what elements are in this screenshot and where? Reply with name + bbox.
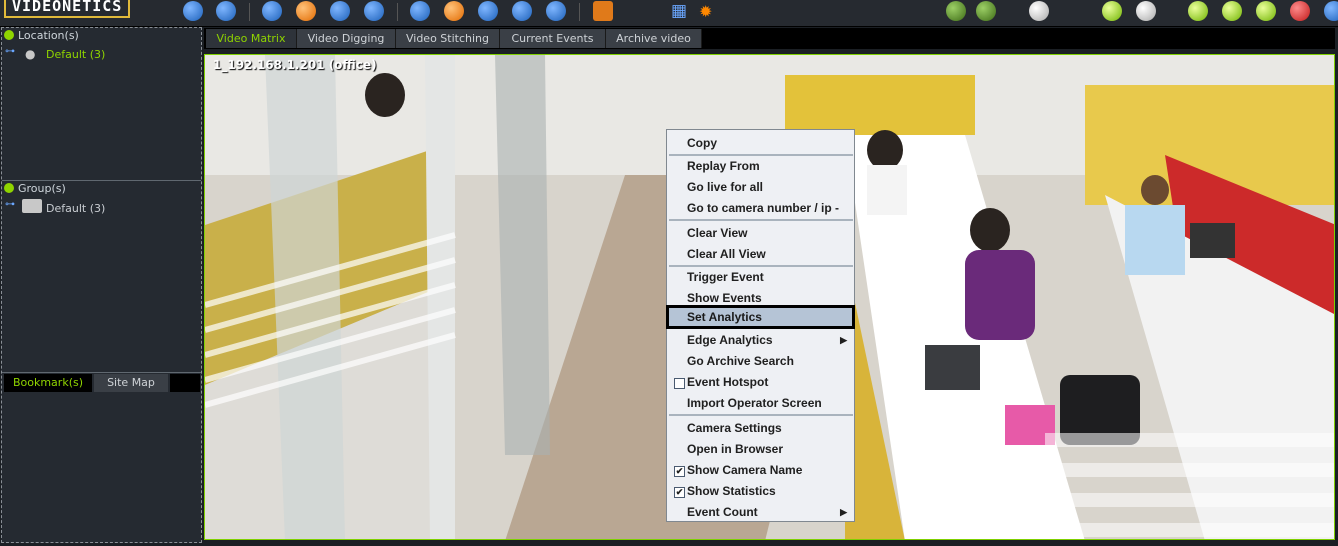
menu-item-camera-settings[interactable]: Camera Settings xyxy=(687,419,853,438)
gear-icon[interactable]: ✹ xyxy=(699,2,712,21)
show-statistics-checkbox[interactable]: ✔ xyxy=(674,487,685,498)
menu-item-show-camera-name[interactable]: Show Camera Name xyxy=(687,461,853,480)
menu-separator xyxy=(669,154,853,156)
camera-search-icon[interactable] xyxy=(262,1,282,21)
tab-strip-filler xyxy=(170,374,200,392)
submenu-arrow-icon: ▶ xyxy=(840,335,847,345)
menu-item-go-to-camera[interactable]: Go to camera number / ip - xyxy=(687,199,853,218)
group-item-default[interactable]: Default (3) xyxy=(46,202,105,215)
mail-icon[interactable] xyxy=(946,1,966,21)
tab-video-digging[interactable]: Video Digging xyxy=(297,29,396,48)
user-settings-icon[interactable] xyxy=(216,1,236,21)
submenu-arrow-icon: ▶ xyxy=(840,507,847,517)
menu-item-edge-analytics[interactable]: Edge Analytics ▶ xyxy=(687,331,853,350)
menu-separator xyxy=(669,414,853,416)
tree-branch-icon: ⊶ xyxy=(5,46,15,57)
menu-item-event-count[interactable]: Event Count ▶ xyxy=(687,503,853,522)
menu-item-event-hotspot[interactable]: Event Hotspot xyxy=(687,373,853,392)
menu-item-show-statistics[interactable]: Show Statistics xyxy=(687,482,853,501)
tab-archive-video[interactable]: Archive video xyxy=(606,29,702,48)
menu-item-go-archive-search[interactable]: Go Archive Search xyxy=(687,352,853,371)
power-icon[interactable] xyxy=(1290,1,1310,21)
menu-item-clear-view[interactable]: Clear View xyxy=(687,224,853,243)
top-toolbar: VIDEONETICS ▦ ✹ xyxy=(0,0,1338,27)
group-dot-icon xyxy=(4,183,14,193)
layers-icon[interactable] xyxy=(330,1,350,21)
menu-separator xyxy=(669,219,853,221)
status-green-icon xyxy=(1256,1,1276,21)
people-icon[interactable] xyxy=(183,1,203,21)
menu-item-set-analytics-highlight[interactable]: Set Analytics xyxy=(666,305,855,329)
menu-item-go-live-for-all[interactable]: Go live for all xyxy=(687,178,853,197)
tab-site-map[interactable]: Site Map xyxy=(94,374,168,392)
user-status-icon[interactable] xyxy=(976,1,996,21)
menu-item-clear-all-view[interactable]: Clear All View xyxy=(687,245,853,264)
tab-bookmarks[interactable]: Bookmark(s) xyxy=(4,374,92,392)
help-icon[interactable] xyxy=(1324,1,1338,21)
left-panel: Location(s) ⊶ ● Default (3) Group(s) ⊶ D… xyxy=(1,27,202,543)
location-item-default[interactable]: Default (3) xyxy=(46,48,105,61)
menu-item-copy[interactable]: Copy xyxy=(687,134,853,153)
status-green-icon xyxy=(1222,1,1242,21)
menu-separator xyxy=(669,265,853,267)
menu-item-trigger-event[interactable]: Trigger Event xyxy=(687,268,853,287)
book-icon[interactable] xyxy=(478,1,498,21)
status-gray-icon xyxy=(1029,1,1049,21)
view-tabs: Video Matrix Video Digging Video Stitchi… xyxy=(204,28,1335,49)
show-camera-name-checkbox[interactable]: ✔ xyxy=(674,466,685,477)
bookmark-panel xyxy=(4,392,199,540)
menu-item-import-operator-screen[interactable]: Import Operator Screen xyxy=(687,394,853,413)
tab-video-matrix[interactable]: Video Matrix xyxy=(206,29,297,48)
location-section: Location(s) ⊶ ● Default (3) xyxy=(2,28,201,181)
settings-icon[interactable] xyxy=(512,1,532,21)
camera-name-label: 1_192.168.1.201 (office) xyxy=(213,58,377,72)
menu-item-edge-analytics-label: Edge Analytics xyxy=(687,333,773,347)
camera-group-icon xyxy=(22,199,42,213)
search-icon[interactable] xyxy=(410,1,430,21)
grid-layout-icon[interactable]: ▦ xyxy=(671,1,687,21)
location-header: Location(s) xyxy=(18,29,79,42)
map-pin-icon: ● xyxy=(25,47,36,61)
status-green-icon xyxy=(1188,1,1208,21)
menu-item-event-count-label: Event Count xyxy=(687,505,758,519)
menu-item-open-in-browser[interactable]: Open in Browser xyxy=(687,440,853,459)
location-dot-icon xyxy=(4,30,14,40)
report-icon[interactable] xyxy=(593,1,613,21)
event-hotspot-checkbox[interactable] xyxy=(674,378,685,389)
snapshot-icon[interactable] xyxy=(296,1,316,21)
tab-video-stitching[interactable]: Video Stitching xyxy=(396,29,500,48)
menu-item-set-analytics[interactable]: Set Analytics xyxy=(687,309,762,326)
event-icon[interactable] xyxy=(444,1,464,21)
group-section: Group(s) ⊶ Default (3) xyxy=(2,181,201,373)
menu-item-replay-from[interactable]: Replay From xyxy=(687,157,853,176)
tree-branch-icon: ⊶ xyxy=(5,199,15,210)
globe-icon[interactable] xyxy=(364,1,384,21)
bookmark-tabs: Bookmark(s) Site Map xyxy=(4,374,200,392)
status-green-icon xyxy=(1102,1,1122,21)
tab-current-events[interactable]: Current Events xyxy=(500,29,606,48)
network-icon[interactable] xyxy=(546,1,566,21)
group-header: Group(s) xyxy=(18,182,66,195)
app-logo: VIDEONETICS xyxy=(4,0,131,18)
status-gray-icon xyxy=(1136,1,1156,21)
